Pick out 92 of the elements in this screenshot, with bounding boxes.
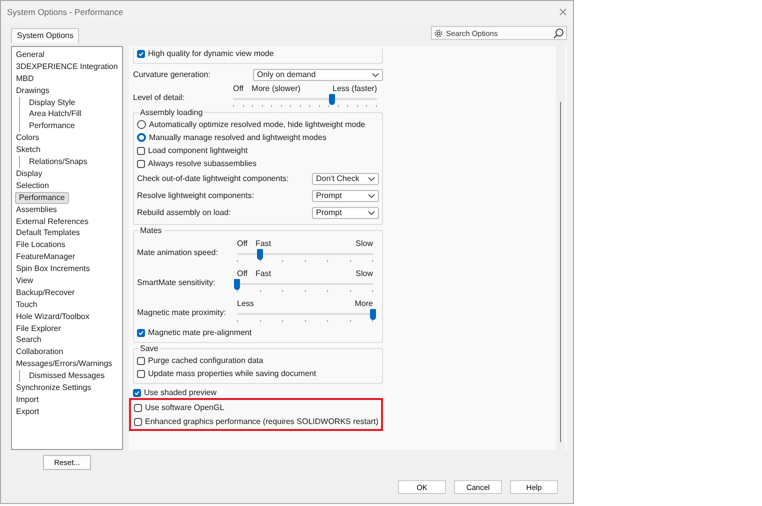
scale-label: Off: [233, 84, 244, 93]
tree-item[interactable]: Import: [15, 394, 40, 406]
scale-label: More: [354, 299, 373, 308]
tree-item[interactable]: Messages/Errors/Warnings: [15, 358, 114, 370]
close-icon[interactable]: [559, 8, 567, 16]
checkbox-label: Always resolve subassemblies: [148, 159, 256, 168]
checkbox[interactable]: [137, 370, 145, 378]
tree-item[interactable]: MBD: [15, 72, 35, 85]
tree-item[interactable]: File Locations: [15, 239, 66, 252]
tree-item[interactable]: Performance: [28, 120, 76, 132]
radio-label: Automatically optimize resolved mode, hide lightweight mode: [149, 120, 366, 129]
slider-thumb[interactable]: [329, 94, 336, 105]
slider-label: SmartMate sensitivity:: [137, 278, 216, 286]
checkbox[interactable]: [137, 328, 145, 336]
tree-item[interactable]: Display: [15, 168, 44, 180]
radio-button[interactable]: [137, 120, 146, 129]
checkbox[interactable]: [133, 388, 141, 396]
tree-item[interactable]: 3DEXPERIENCE Integration: [15, 60, 119, 73]
checkbox[interactable]: [137, 356, 145, 364]
tree-item[interactable]: Hole Wizard/Toolbox: [15, 310, 90, 323]
tree-item[interactable]: Collaboration: [15, 346, 64, 358]
tree-item[interactable]: Spin Box Increments: [15, 263, 91, 276]
window-title: System Options - Performance: [7, 7, 124, 17]
dropdown[interactable]: Prompt: [312, 206, 379, 218]
checkbox[interactable]: [134, 404, 142, 412]
slider-thumb[interactable]: [234, 279, 240, 290]
field-label: Rebuild assembly on load:: [137, 208, 231, 217]
gear-icon: [434, 28, 443, 38]
scale-label: Less (faster): [332, 84, 377, 93]
checkbox[interactable]: [137, 146, 145, 154]
tree-item[interactable]: Synchronize Settings: [15, 382, 92, 394]
scale-label: Less: [237, 299, 254, 308]
group-title: Save: [139, 344, 160, 353]
scale-label: Off: [237, 269, 248, 278]
checkbox-label: High quality for dynamic view mode: [148, 49, 274, 58]
tree-item[interactable]: Selection: [15, 180, 50, 192]
checkbox[interactable]: [137, 50, 145, 58]
field-label: Resolve lightweight components:: [137, 191, 254, 200]
checkbox[interactable]: [137, 160, 145, 168]
tree-item[interactable]: Search: [15, 334, 42, 346]
group-title: Assembly loading: [139, 108, 204, 117]
tree-item[interactable]: External References: [15, 216, 90, 228]
slider-thumb[interactable]: [370, 309, 376, 320]
checkbox-label: Use shaded preview: [144, 388, 216, 397]
scale-label: Slow: [356, 239, 373, 248]
group-title: Mates: [139, 226, 163, 235]
scale-label: Fast: [256, 239, 272, 248]
checkbox-label: Enhanced graphics performance (requires SOLIDWORKS restart): [145, 417, 378, 426]
slider-thumb[interactable]: [257, 249, 264, 260]
checkbox[interactable]: [134, 418, 142, 426]
chevron-icon: [368, 210, 375, 214]
scale-label: More (slower): [252, 84, 300, 93]
dropdown[interactable]: Prompt: [312, 190, 379, 202]
tree-item[interactable]: File Explorer: [15, 322, 62, 334]
field-label: Curvature generation:: [133, 70, 210, 79]
slider-label: Level of detail:: [133, 92, 186, 102]
scale-label: Off: [237, 239, 248, 248]
dropdown[interactable]: Only on demand: [253, 68, 383, 80]
field-label: Check out-of-date lightweight components:: [137, 174, 289, 183]
tree-item[interactable]: Performance: [15, 192, 69, 204]
chevron-icon: [372, 72, 379, 76]
tree-item[interactable]: Relations/Snaps: [28, 156, 88, 168]
radio-label: Manually manage resolved and lightweight modes: [149, 133, 326, 142]
tree-item[interactable]: Backup/Recover: [15, 286, 76, 299]
tree-item[interactable]: Touch: [15, 298, 38, 311]
tree-item[interactable]: Assemblies: [15, 204, 58, 216]
checkbox-label: Magnetic mate pre-alignment: [148, 328, 252, 337]
chevron-icon: [368, 194, 375, 198]
checkbox-label: Use software OpenGL: [145, 403, 224, 412]
tree-item[interactable]: General: [15, 49, 46, 61]
dropdown[interactable]: Don't Check: [312, 172, 379, 184]
tree-item[interactable]: Area Hatch/Fill: [28, 108, 82, 120]
scale-label: Slow: [356, 269, 373, 278]
slider-label: Magnetic mate proximity:: [137, 308, 227, 316]
tree-item[interactable]: View: [15, 275, 34, 287]
tree-item[interactable]: Sketch: [15, 144, 42, 156]
tree-item[interactable]: FeatureManager: [15, 251, 76, 264]
checkbox-label: Update mass properties while saving document: [148, 369, 316, 378]
radio-button[interactable]: [137, 133, 146, 142]
search-icon[interactable]: [553, 28, 564, 38]
checkbox-label: Purge cached configuration data: [148, 356, 264, 365]
tree-item[interactable]: Display Style: [28, 96, 76, 108]
tree-item[interactable]: Drawings: [15, 84, 50, 97]
tree-item[interactable]: Dismissed Messages: [28, 370, 106, 382]
chevron-icon: [368, 176, 375, 180]
checkbox-label: Load component lightweight: [148, 146, 248, 155]
tree-item[interactable]: Export: [15, 406, 40, 418]
tree-item[interactable]: Colors: [15, 132, 40, 144]
scale-label: Fast: [256, 269, 272, 278]
slider-label: Mate animation speed:: [137, 248, 219, 256]
tab[interactable]: System Options: [11, 28, 80, 43]
tree-item[interactable]: Default Templates: [15, 227, 81, 240]
